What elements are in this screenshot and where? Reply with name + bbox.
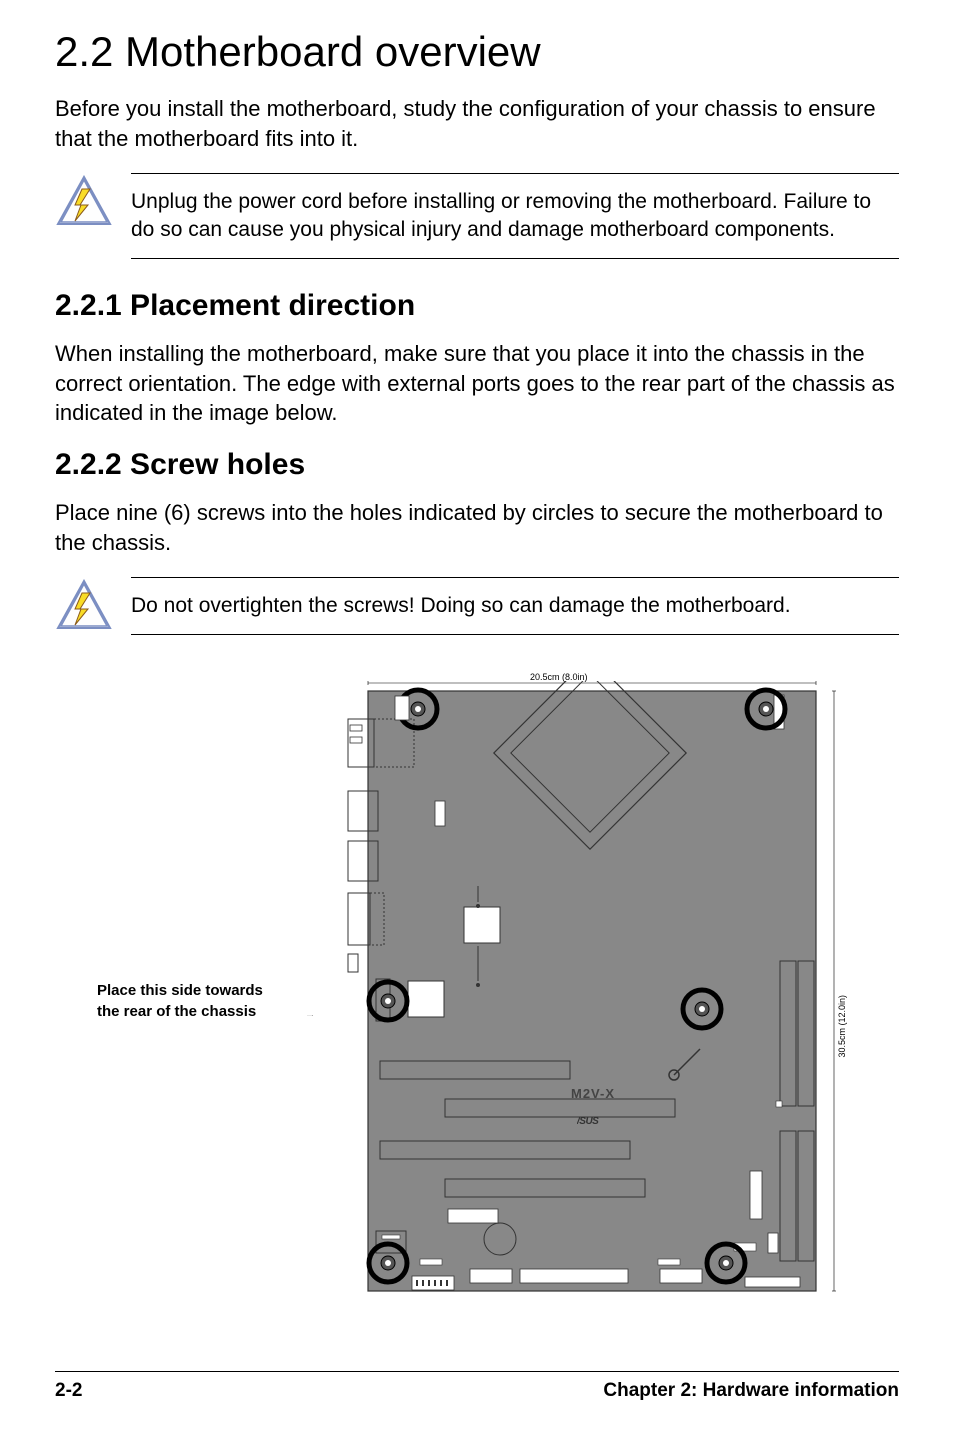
screw-paragraph: Place nine (6) screws into the holes ind… xyxy=(55,498,899,557)
section-heading: 2.2 Motherboard overview xyxy=(55,28,899,76)
brand-logo: /SUS xyxy=(577,1113,627,1128)
page-footer: 2-2 Chapter 2: Hardware information xyxy=(55,1371,899,1402)
warning-box-2: Do not overtighten the screws! Doing so … xyxy=(55,577,899,637)
warning-icon xyxy=(55,175,113,233)
warning-box-1: Unplug the power cord before installing … xyxy=(55,173,899,258)
placement-heading: 2.2.1 Placement direction xyxy=(55,289,899,323)
chapter-title: Chapter 2: Hardware information xyxy=(603,1380,899,1402)
intro-paragraph: Before you install the motherboard, stud… xyxy=(55,94,899,153)
warning-1-text: Unplug the power cord before installing … xyxy=(131,188,899,243)
motherboard-diagram: Place this side towards the rear of the … xyxy=(55,645,899,1305)
warning-icon xyxy=(55,579,113,637)
diagram-side-label: Place this side towards the rear of the … xyxy=(97,981,287,1022)
page-number: 2-2 xyxy=(55,1380,82,1402)
placement-paragraph: When installing the motherboard, make su… xyxy=(55,339,899,428)
warning-2-text: Do not overtighten the screws! Doing so … xyxy=(131,592,899,620)
screw-heading: 2.2.2 Screw holes xyxy=(55,448,899,482)
svg-text:/SUS: /SUS xyxy=(577,1116,599,1127)
arrow-icon xyxy=(280,1015,340,1016)
board-model-label: M2V-X xyxy=(571,1086,615,1101)
motherboard-svg xyxy=(340,681,840,1301)
